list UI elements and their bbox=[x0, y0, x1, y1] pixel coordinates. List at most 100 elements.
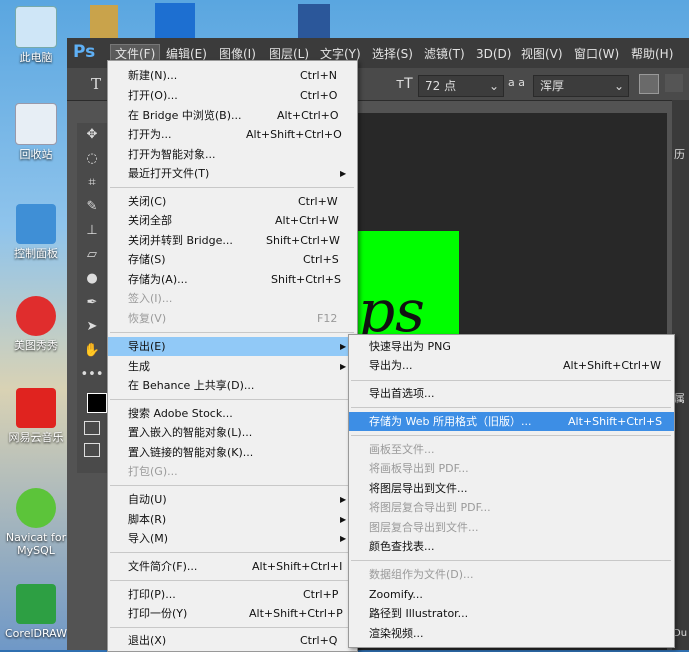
menu-item-place-embedded[interactable]: 置入嵌入的智能对象(L)... bbox=[108, 423, 357, 442]
desktop-icon-control-panel[interactable]: 控制面板 bbox=[3, 204, 69, 260]
menu-item-label: 将图层导出到文件... bbox=[369, 482, 468, 495]
menu-item-print[interactable]: 打印(P)... Ctrl+P bbox=[108, 585, 357, 604]
font-size-value: 72 点 bbox=[425, 79, 457, 93]
menu-item-quick-export-png[interactable]: 快速导出为 PNG bbox=[349, 337, 674, 356]
menu-item-color-lookup[interactable]: 颜色查找表... bbox=[349, 537, 674, 556]
computer-icon bbox=[15, 6, 57, 48]
menu-item-render-video[interactable]: 渲染视频... bbox=[349, 624, 674, 643]
desktop-icon-coreldraw[interactable]: CorelDRAW bbox=[3, 584, 69, 640]
blur-tool-icon[interactable]: ● bbox=[77, 267, 107, 291]
menu-item-automate[interactable]: 自动(U) ▶ bbox=[108, 490, 357, 509]
menu-separator bbox=[110, 332, 354, 333]
menu-item-shortcut: Alt+Ctrl+O bbox=[277, 109, 339, 122]
submenu-arrow-icon: ▶ bbox=[340, 362, 347, 371]
path-select-icon[interactable]: ➤ bbox=[77, 315, 107, 339]
healing-brush-icon[interactable]: ✎ bbox=[77, 195, 107, 219]
menu-item-new[interactable]: 新建(N)... Ctrl+N bbox=[108, 66, 357, 85]
menu-item-label: 文件简介(F)... bbox=[128, 560, 198, 573]
menu-item-shortcut: Shift+Ctrl+S bbox=[271, 273, 341, 286]
menu-item-export-preferences[interactable]: 导出首选项... bbox=[349, 384, 674, 403]
meitu-icon bbox=[16, 296, 56, 336]
menu-item-close[interactable]: 关闭(C) Ctrl+W bbox=[108, 192, 357, 211]
panel-label[interactable]: Du bbox=[673, 628, 687, 639]
align-left-icon[interactable] bbox=[639, 74, 659, 94]
menu-filter[interactable]: 滤镜(T) bbox=[424, 45, 465, 63]
edge-icon[interactable] bbox=[155, 3, 195, 39]
menu-item-print-one[interactable]: 打印一份(Y) Alt+Shift+Ctrl+P bbox=[108, 604, 357, 623]
screen-mode-icon[interactable] bbox=[84, 443, 100, 457]
canvas-text: ps bbox=[358, 277, 425, 345]
menu-item-open-as[interactable]: 打开为... Alt+Shift+Ctrl+O bbox=[108, 125, 357, 144]
desktop-icon-navicat[interactable]: Navicat for MySQL bbox=[3, 488, 69, 557]
menu-help[interactable]: 帮助(H) bbox=[631, 45, 673, 63]
menu-item-browse-bridge[interactable]: 在 Bridge 中浏览(B)... Alt+Ctrl+O bbox=[108, 106, 357, 125]
menu-item-label: 关闭全部 bbox=[128, 214, 172, 227]
menu-item-save-as[interactable]: 存储为(A)... Shift+Ctrl+S bbox=[108, 270, 357, 289]
menu-window[interactable]: 窗口(W) bbox=[574, 45, 619, 63]
antialias-select[interactable]: 浑厚 ⌄ bbox=[533, 75, 629, 97]
pen-tool-icon[interactable]: ✒ bbox=[77, 291, 107, 315]
desktop-icon-label: 美图秀秀 bbox=[14, 339, 58, 352]
menu-item-export[interactable]: 导出(E) ▶ bbox=[108, 337, 357, 356]
font-size-field[interactable]: 72 点 ⌄ bbox=[418, 75, 504, 97]
menu-item-paths-to-illustrator[interactable]: 路径到 Illustrator... bbox=[349, 604, 674, 623]
menu-item-save-for-web[interactable]: 存储为 Web 所用格式（旧版）... Alt+Shift+Ctrl+S bbox=[349, 412, 674, 431]
menu-item-artboards-to-files: 画板至文件... bbox=[349, 440, 674, 459]
desktop-icon-meitu[interactable]: 美图秀秀 bbox=[3, 296, 69, 352]
type-tool-icon[interactable]: T bbox=[91, 75, 101, 93]
menu-item-file-info[interactable]: 文件简介(F)... Alt+Shift+Ctrl+I bbox=[108, 557, 357, 576]
menu-item-search-stock[interactable]: 搜索 Adobe Stock... bbox=[108, 404, 357, 423]
align-center-icon[interactable] bbox=[665, 74, 683, 92]
menu-item-exit[interactable]: 退出(X) Ctrl+Q bbox=[108, 631, 357, 650]
menu-item-label: 最近打开文件(T) bbox=[128, 167, 210, 180]
desktop-icon-recycle-bin[interactable]: 回收站 bbox=[3, 103, 69, 161]
export-submenu: 快速导出为 PNG 导出为... Alt+Shift+Ctrl+W 导出首选项..… bbox=[348, 334, 675, 648]
menu-item-label: 打开(O)... bbox=[128, 89, 178, 102]
desktop-icon-this-pc[interactable]: 此电脑 bbox=[3, 6, 69, 64]
more-tools-icon[interactable]: ••• bbox=[77, 363, 107, 387]
menu-item-recent-files[interactable]: 最近打开文件(T) ▶ bbox=[108, 164, 357, 183]
menu-item-layer-comps-to-files: 图层复合导出到文件... bbox=[349, 518, 674, 537]
menu-item-generate[interactable]: 生成 ▶ bbox=[108, 357, 357, 376]
menu-select[interactable]: 选择(S) bbox=[372, 45, 413, 63]
menu-item-label: 关闭并转到 Bridge... bbox=[128, 234, 233, 247]
menu-separator bbox=[110, 552, 354, 553]
menu-separator bbox=[351, 560, 671, 561]
menu-item-shortcut: Ctrl+Q bbox=[300, 634, 338, 647]
quick-mask-icon[interactable] bbox=[84, 421, 100, 435]
menu-item-label: 存储为(A)... bbox=[128, 273, 188, 286]
menu-item-layers-to-files[interactable]: 将图层导出到文件... bbox=[349, 479, 674, 498]
foreground-color-swatch[interactable] bbox=[87, 393, 107, 413]
folder-icon[interactable] bbox=[90, 5, 118, 39]
history-panel-label[interactable]: 历 bbox=[674, 146, 685, 162]
hand-tool-icon[interactable]: ✋ bbox=[77, 339, 107, 363]
menu-item-scripts[interactable]: 脚本(R) ▶ bbox=[108, 510, 357, 529]
menu-item-close-all[interactable]: 关闭全部 Alt+Ctrl+W bbox=[108, 211, 357, 230]
desktop-icon-netease-music[interactable]: 网易云音乐 bbox=[3, 388, 69, 444]
menu-item-place-linked[interactable]: 置入链接的智能对象(K)... bbox=[108, 443, 357, 462]
properties-panel-label[interactable]: 属 bbox=[674, 390, 685, 406]
menu-item-close-go-bridge[interactable]: 关闭并转到 Bridge... Shift+Ctrl+W bbox=[108, 231, 357, 250]
menu-item-share-behance[interactable]: 在 Behance 上共享(D)... bbox=[108, 376, 357, 395]
menu-item-export-as[interactable]: 导出为... Alt+Shift+Ctrl+W bbox=[349, 356, 674, 375]
lasso-tool-icon[interactable]: ◌ bbox=[77, 147, 107, 171]
word-icon[interactable] bbox=[298, 4, 330, 40]
control-panel-icon bbox=[16, 204, 56, 244]
menu-item-label: 打开为智能对象... bbox=[128, 148, 216, 161]
menu-item-shortcut: Alt+Ctrl+W bbox=[275, 214, 339, 227]
eraser-tool-icon[interactable]: ▱ bbox=[77, 243, 107, 267]
menu-3d[interactable]: 3D(D) bbox=[476, 45, 511, 63]
chevron-down-icon: ⌄ bbox=[488, 79, 499, 93]
move-tool-icon[interactable]: ✥ bbox=[77, 123, 107, 147]
menu-item-zoomify[interactable]: Zoomify... bbox=[349, 585, 674, 604]
menu-item-save[interactable]: 存储(S) Ctrl+S bbox=[108, 250, 357, 269]
menu-item-label: 退出(X) bbox=[128, 634, 167, 647]
menu-item-label: 存储为 Web 所用格式（旧版）... bbox=[369, 415, 532, 428]
crop-tool-icon[interactable]: ⌗ bbox=[77, 171, 107, 195]
menu-item-open[interactable]: 打开(O)... Ctrl+O bbox=[108, 86, 357, 105]
menu-view[interactable]: 视图(V) bbox=[521, 45, 563, 63]
menu-item-artboards-to-pdf: 将画板导出到 PDF... bbox=[349, 459, 674, 478]
stamp-tool-icon[interactable]: ⊥ bbox=[77, 219, 107, 243]
menu-item-import[interactable]: 导入(M) ▶ bbox=[108, 529, 357, 548]
menu-item-open-smart-object[interactable]: 打开为智能对象... bbox=[108, 145, 357, 164]
